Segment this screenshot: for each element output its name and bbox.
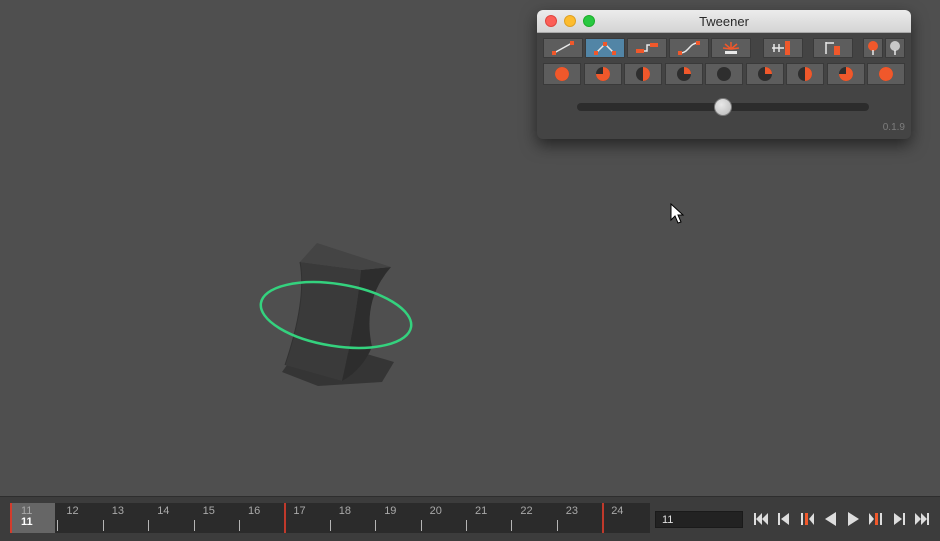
go-to-end-button[interactable] [912, 509, 932, 529]
preset-pie-icon [879, 67, 893, 81]
prev-key-button[interactable] [797, 509, 817, 529]
time-slider[interactable]: 11 11 12 13 14 15 16 17 18 19 20 21 22 23 24 [10, 503, 650, 533]
ease-curve-tween-icon [678, 41, 700, 55]
frame-tick-label: 22 [520, 505, 533, 517]
preset-pie-icon [798, 67, 812, 81]
preset-button-9[interactable] [867, 63, 905, 85]
tween-mode-toolbar [543, 38, 907, 58]
next-key-icon [869, 513, 882, 525]
pin-orange-icon [868, 41, 878, 55]
tweener-window[interactable]: Tweener 0.1.9 [537, 10, 911, 139]
preset-button-8[interactable] [826, 63, 865, 85]
tween-preset-bar [543, 63, 907, 85]
preset-button-7[interactable] [786, 63, 824, 85]
frame-tick [57, 520, 59, 531]
insert-key-icon [772, 41, 790, 55]
burst-tween-icon [722, 42, 740, 54]
linear-tween-icon [552, 41, 574, 55]
linear-tween-button[interactable] [543, 38, 583, 58]
frame-tick-label: 23 [565, 505, 579, 517]
preset-pie-icon [717, 67, 731, 81]
step-forward-key-button[interactable] [889, 509, 909, 529]
preset-button-5[interactable] [705, 63, 743, 85]
preset-pie-icon [595, 67, 610, 81]
frame-tick-label: 11 [21, 505, 33, 517]
frame-tick [329, 520, 331, 531]
preset-button-4[interactable] [664, 63, 703, 85]
tween-slider-handle[interactable] [714, 98, 732, 116]
time-slider-bar: 11 11 12 13 14 15 16 17 18 19 20 21 22 23 24 11 [0, 496, 940, 541]
frame-tick [556, 520, 558, 531]
preset-button-2[interactable] [583, 63, 622, 85]
frame-tick-label: 13 [111, 505, 125, 517]
frame-tick-label: 12 [66, 505, 79, 517]
stepped-tween-button[interactable] [627, 38, 667, 58]
frame-tick-label: 17 [293, 505, 306, 517]
frame-tick-label: 21 [475, 505, 488, 517]
current-frame-indicator[interactable]: 11 [10, 503, 55, 533]
overshoot-tween-button[interactable] [585, 38, 625, 58]
frame-tick-label: 24 [611, 505, 624, 517]
title-bar[interactable]: Tweener [537, 10, 911, 33]
key-frame-marker[interactable] [602, 503, 605, 533]
go-to-start-icon [754, 513, 768, 525]
stepped-tween-icon [636, 43, 658, 53]
preset-pie-icon [757, 67, 772, 81]
frame-tick [466, 520, 467, 531]
ease-curve-tween-button[interactable] [669, 38, 709, 58]
frame-tick [375, 520, 377, 531]
prev-key-icon [801, 513, 814, 525]
frame-tick [148, 520, 150, 531]
preset-pie-icon [636, 67, 650, 81]
current-frame-key-marker [10, 503, 12, 533]
pin-gray-icon [890, 41, 900, 55]
key-frame-marker[interactable] [284, 503, 287, 533]
burst-tween-button[interactable] [711, 38, 751, 58]
preset-pie-icon [838, 67, 853, 81]
overwrite-key-icon [825, 42, 840, 55]
current-frame-field[interactable]: 11 [655, 511, 743, 528]
frame-tick-label: 15 [202, 505, 215, 517]
go-to-end-icon [915, 513, 929, 525]
insert-key-button[interactable] [763, 38, 803, 58]
preset-pie-icon [555, 67, 569, 81]
go-to-start-button[interactable] [751, 509, 771, 529]
frame-tick-label: 16 [248, 505, 261, 517]
next-key-button[interactable] [866, 509, 886, 529]
frame-tick [511, 520, 513, 531]
frame-tick [193, 520, 195, 531]
pin-orange-button[interactable] [863, 38, 883, 58]
step-back-key-button[interactable] [774, 509, 794, 529]
pin-gray-button[interactable] [885, 38, 905, 58]
play-forward-button[interactable] [843, 509, 863, 529]
mouse-cursor-icon [670, 203, 685, 224]
play-backward-icon [825, 512, 836, 526]
play-backward-button[interactable] [820, 509, 840, 529]
play-forward-icon [848, 512, 859, 526]
step-forward-key-icon [894, 513, 905, 525]
frame-tick-label: 18 [338, 505, 352, 517]
frame-tick [239, 520, 240, 531]
frame-tick-label: 14 [157, 505, 170, 517]
preset-button-3[interactable] [624, 63, 662, 85]
current-frame-label: 11 [21, 516, 33, 528]
frame-tick-label: 20 [429, 505, 442, 517]
overwrite-key-button[interactable] [813, 38, 853, 58]
frame-tick [102, 520, 104, 531]
preset-pie-icon [676, 67, 691, 81]
version-label: 0.1.9 [882, 122, 905, 133]
window-title: Tweener [699, 14, 749, 29]
preset-button-1[interactable] [543, 63, 581, 85]
overshoot-tween-icon [594, 42, 616, 55]
frame-tick-label: 19 [384, 505, 397, 517]
preset-button-6[interactable] [745, 63, 784, 85]
step-back-key-icon [778, 513, 789, 525]
frame-tick [420, 520, 422, 531]
